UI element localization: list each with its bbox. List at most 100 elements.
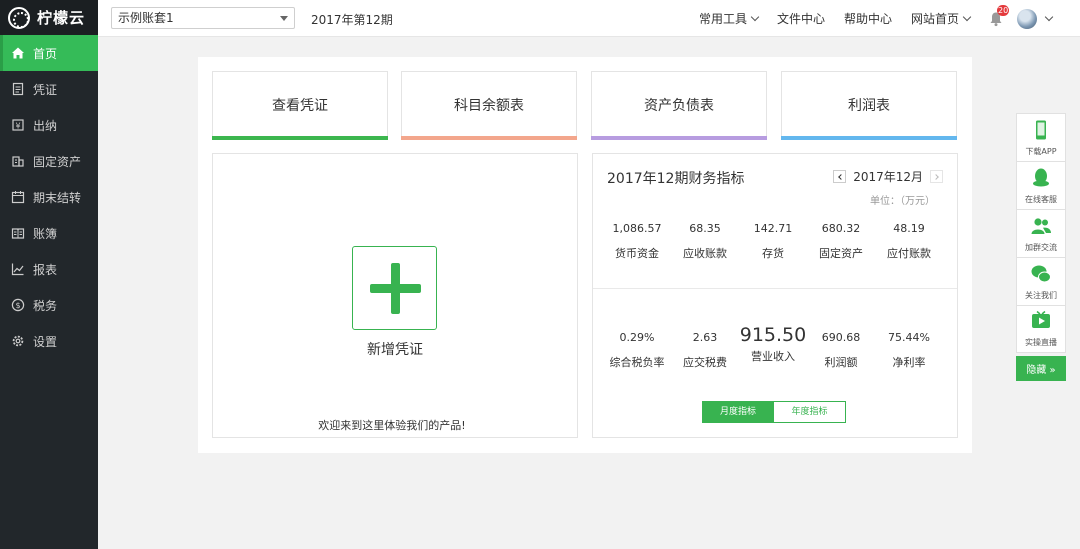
quick-trial-balance[interactable]: 科目余额表 (401, 71, 577, 140)
voucher-icon (11, 82, 25, 96)
user-menu[interactable] (1017, 8, 1054, 29)
metric-net-margin: 75.44% 净利率 (875, 331, 943, 370)
sidebar-item-tax[interactable]: $ 税务 (0, 287, 98, 323)
yearly-indicators-button[interactable]: 年度指标 (774, 401, 846, 423)
metric-value: 1,086.57 (612, 222, 662, 235)
quick-income-statement[interactable]: 利润表 (781, 71, 957, 140)
hide-toolbar-button[interactable]: 隐藏 » (1016, 356, 1066, 381)
sidebar-item-home[interactable]: 首页 (0, 35, 98, 71)
join-group-button[interactable]: 加群交流 (1016, 209, 1066, 257)
lemon-logo-icon (8, 6, 30, 29)
floating-toolbar: 下载APP 在线客服 加群交流 关注我们 实操直播 隐藏 » (1016, 113, 1066, 381)
metric-value: 915.50 (739, 324, 807, 346)
sidebar-item-label: 出纳 (33, 118, 58, 133)
download-app-label: 下载APP (1025, 147, 1057, 156)
sidebar-item-voucher[interactable]: 凭证 (0, 71, 98, 107)
sidebar-item-fixed-assets[interactable]: 固定资产 (0, 143, 98, 179)
topnav-help[interactable]: 帮助中心 (844, 10, 892, 27)
account-select[interactable]: 示例账套1 (111, 7, 295, 29)
quick-balance-sheet[interactable]: 资产负债表 (591, 71, 767, 140)
calendar-icon (11, 190, 25, 204)
topnav-help-label: 帮助中心 (843, 12, 892, 26)
metric-value: 75.44% (888, 331, 930, 344)
metric-tax-burden: 0.29% 综合税负率 (603, 331, 671, 370)
brand-name: 柠檬云 (37, 9, 86, 27)
metric-revenue: 915.50 营业收入 (739, 325, 807, 370)
next-month-button[interactable] (930, 170, 943, 183)
live-training-button[interactable]: 实操直播 (1016, 305, 1066, 353)
download-app-button[interactable]: 下载APP (1016, 113, 1066, 161)
metric-receivables: 68.35 应收账款 (671, 222, 739, 261)
topnav-tools[interactable]: 常用工具 (699, 10, 760, 27)
sidebar-item-cashier[interactable]: ¥ 出纳 (0, 107, 98, 143)
sidebar-item-label: 期末结转 (33, 190, 82, 205)
quick-action-label: 查看凭证 (272, 97, 328, 114)
topnav-website[interactable]: 网站首页 (910, 10, 972, 27)
online-support-button[interactable]: 在线客服 (1016, 161, 1066, 209)
prev-month-button[interactable] (833, 170, 847, 183)
sidebar-item-label: 固定资产 (33, 154, 82, 169)
monthly-indicators-button[interactable]: 月度指标 (702, 401, 774, 423)
topnav-files[interactable]: 文件中心 (777, 10, 825, 27)
group-users-icon (1030, 215, 1052, 237)
topnav-website-label: 网站首页 (910, 12, 959, 26)
metric-cash: 1,086.57 货币资金 (603, 222, 671, 261)
metric-label: 净利率 (892, 356, 926, 369)
sidebar-item-settings[interactable]: 设置 (0, 323, 98, 359)
add-voucher-label: 新增凭证 (367, 342, 423, 358)
quick-action-bar (781, 136, 957, 140)
chevron-left-icon (837, 173, 844, 180)
gear-icon (11, 334, 25, 348)
metrics-row-income: 0.29% 综合税负率 2.63 应交税费 915.50 营业收入 690.68 利润额… (603, 325, 943, 370)
notification-badge: 20 (997, 4, 1010, 16)
add-voucher-button[interactable] (352, 246, 437, 330)
metric-value: 48.19 (893, 222, 925, 235)
building-icon (11, 154, 25, 168)
metric-label: 固定资产 (819, 247, 863, 260)
sidebar-item-period-end[interactable]: 期末结转 (0, 179, 98, 215)
caret-down-icon (280, 16, 288, 21)
avatar (1017, 8, 1037, 29)
chevron-down-icon (750, 12, 760, 22)
book-icon (11, 226, 25, 240)
follow-us-button[interactable]: 关注我们 (1016, 257, 1066, 305)
top-nav: 常用工具 文件中心 帮助中心 网站首页 20 (699, 0, 1080, 37)
metric-label: 应交税费 (683, 356, 727, 369)
quick-action-label: 科目余额表 (454, 97, 524, 114)
financial-indicators-panel: 2017年12期财务指标 2017年12月 单位：（万元） 1,086.57 货币… (592, 153, 958, 438)
metric-value: 680.32 (821, 222, 861, 235)
sidebar-item-reports[interactable]: 报表 (0, 251, 98, 287)
home-icon (11, 46, 25, 60)
online-support-label: 在线客服 (1025, 195, 1057, 204)
sidebar: 柠檬云 首页 凭证 ¥ 出纳 固定资产 期末结转 账簿 报表 $ 税务 设置 (0, 0, 98, 549)
brand[interactable]: 柠檬云 (0, 0, 98, 35)
unit-label: 单位：（万元） (870, 196, 935, 207)
topnav-files-label: 文件中心 (776, 12, 825, 26)
follow-us-label: 关注我们 (1025, 291, 1057, 300)
top-bar: 示例账套1 2017年第12期 常用工具 文件中心 帮助中心 网站首页 20 (98, 0, 1080, 37)
metric-value: 690.68 (821, 331, 861, 344)
notification-bell[interactable]: 20 (989, 4, 1010, 27)
sidebar-item-ledger[interactable]: 账簿 (0, 215, 98, 251)
live-training-label: 实操直播 (1025, 338, 1057, 347)
metric-inventory: 142.71 存货 (739, 222, 807, 261)
metric-payables: 48.19 应付账款 (875, 222, 943, 261)
sidebar-item-label: 首页 (33, 46, 58, 61)
dashboard-card: 查看凭证 科目余额表 资产负债表 利润表 新增凭证 欢迎来到这里体验我们的产品!… (198, 57, 972, 453)
metric-label: 综合税负率 (609, 356, 665, 369)
metric-value: 142.71 (753, 222, 793, 235)
quick-view-vouchers[interactable]: 查看凭证 (212, 71, 388, 140)
sidebar-item-label: 账簿 (33, 226, 58, 241)
voucher-panel: 新增凭证 欢迎来到这里体验我们的产品! (212, 153, 578, 438)
metric-label: 存货 (762, 247, 784, 260)
metrics-row-balance: 1,086.57 货币资金 68.35 应收账款 142.71 存货 680.32 固定… (603, 222, 943, 261)
metric-profit: 690.68 利润额 (807, 331, 875, 370)
chevron-down-icon (962, 12, 972, 22)
metric-value: 0.29% (619, 331, 655, 344)
quick-action-bar (401, 136, 577, 140)
sidebar-item-label: 设置 (33, 334, 58, 349)
chevron-right-icon (932, 173, 939, 180)
metric-label: 应付账款 (887, 247, 931, 260)
divider (593, 288, 957, 289)
cashier-icon: ¥ (11, 118, 25, 132)
